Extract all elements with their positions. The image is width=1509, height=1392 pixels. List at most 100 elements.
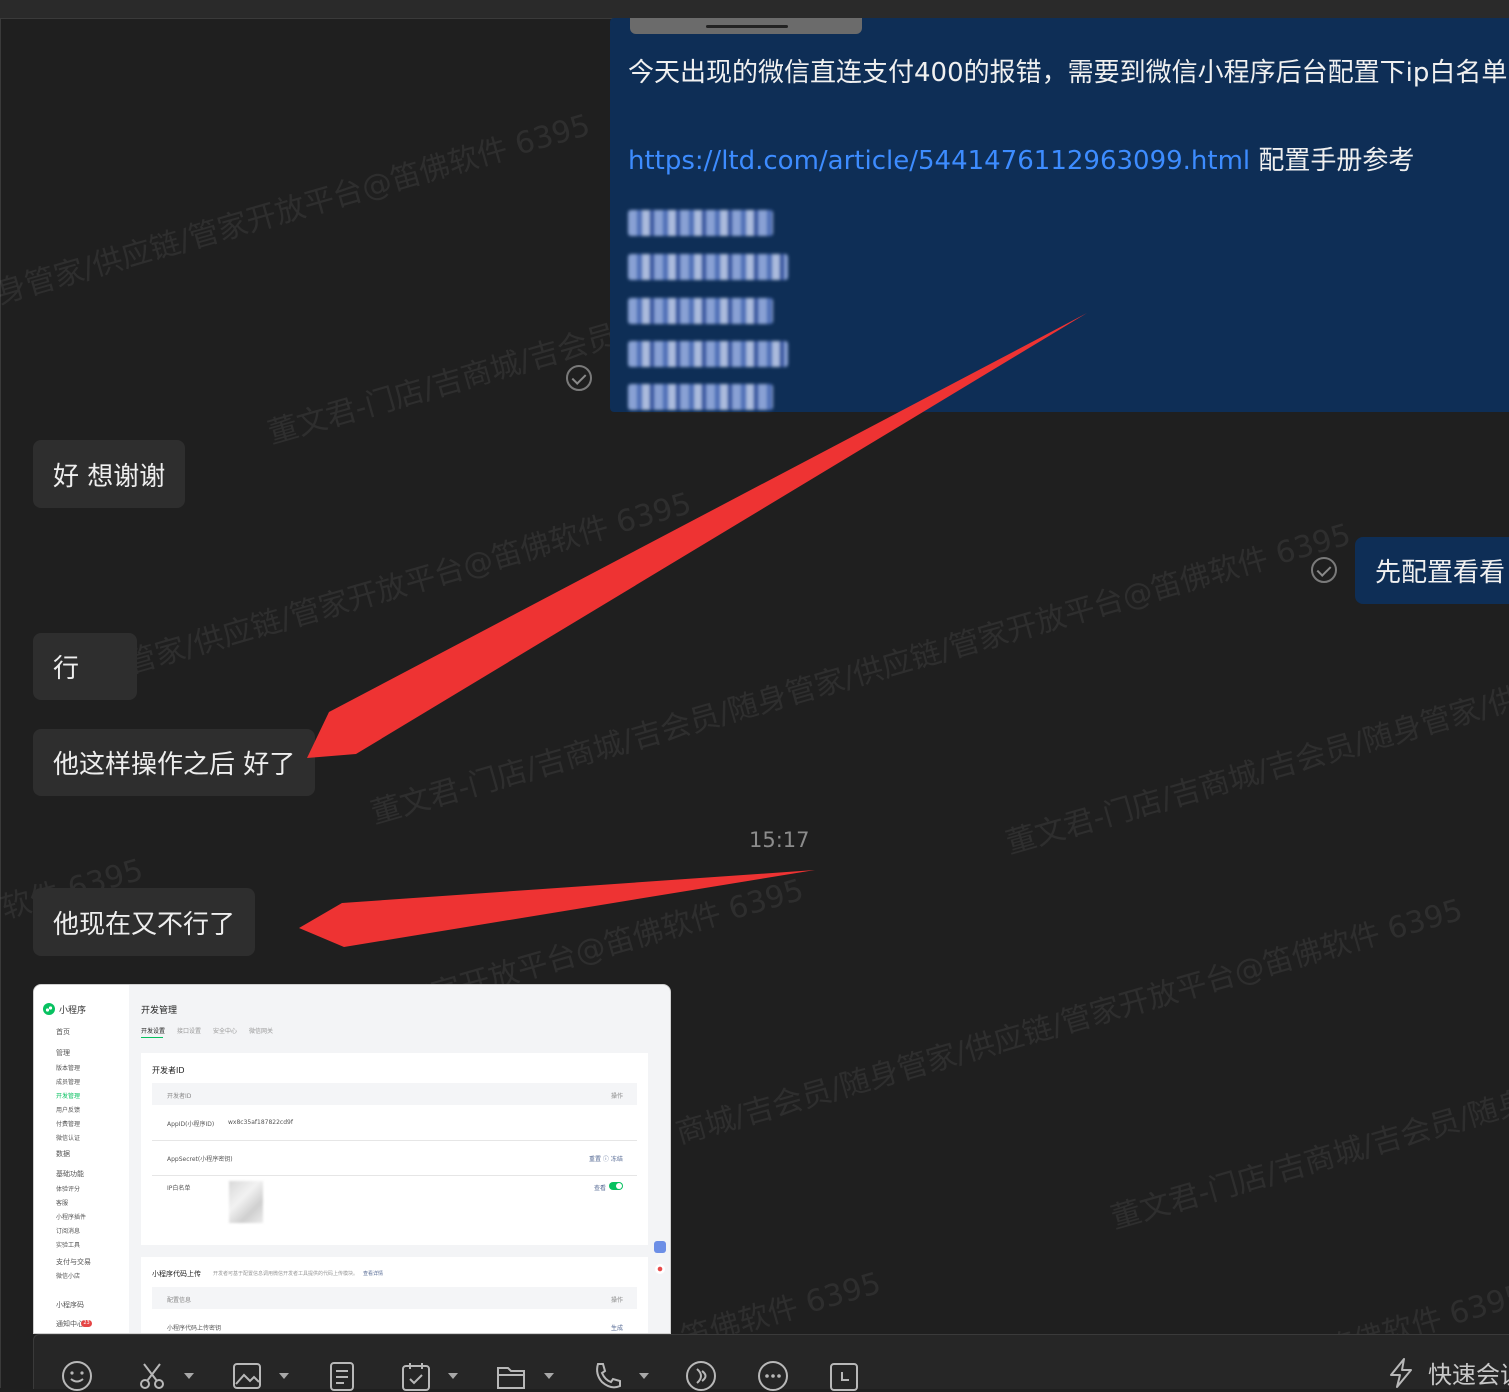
message-link-line: https://ltd.com/article/5441476112963099…: [628, 140, 1414, 177]
mini-card-devid: 开发者ID 开发者ID 操作 AppID(小程序ID) wx8c35af1878…: [141, 1053, 648, 1245]
image-icon[interactable]: [231, 1360, 263, 1392]
incoming-message-bubble[interactable]: 行: [33, 633, 137, 700]
mini-nav-item-active: 开发管理: [56, 1093, 81, 1100]
calendar-check-icon[interactable]: [400, 1360, 432, 1392]
mini-page-title: 开发管理: [141, 1006, 178, 1016]
chevron-down-icon[interactable]: [544, 1373, 554, 1379]
mini-nav-item: 管理: [56, 1049, 70, 1057]
message-text: 他这样操作之后 好了: [53, 750, 296, 780]
mini-tab: 安全中心: [213, 1028, 238, 1035]
mini-float-icon: [654, 1241, 666, 1253]
message-text: 今天出现的微信直连支付400的报错，需要到微信小程序后台配置下ip白名单: [628, 58, 1508, 88]
chevron-down-icon[interactable]: [279, 1373, 289, 1379]
mini-nav-item: 客服: [56, 1200, 69, 1207]
watermark-text: 商城/吉会员/随身管家/供应链/管家开放平台@笛佛软件 6395: [672, 892, 1467, 1152]
mini-nav-item: 成员管理: [56, 1079, 81, 1086]
clock-icon[interactable]: [828, 1360, 860, 1392]
mini-row-label: 小程序代码上传密钥: [167, 1325, 222, 1332]
mini-nav-item: 用户反馈: [56, 1107, 81, 1114]
mini-secret-action: 重置 ⓘ 冻结: [589, 1156, 623, 1163]
mini-col-header: 操作: [611, 1093, 624, 1100]
emoji-icon[interactable]: [61, 1360, 93, 1392]
mini-nav-item: 微信认证: [56, 1135, 81, 1142]
mini-secret-label: AppSecret(小程序密钥): [167, 1156, 233, 1163]
miniprogram-logo-icon: [43, 1003, 55, 1015]
blurred-ip-1: [628, 210, 773, 236]
notification-badge: 23: [81, 1320, 92, 1327]
read-receipt-icon: [566, 365, 592, 391]
image-message-thumbnail[interactable]: 小程序 首页 管理 版本管理 成员管理 开发管理 用户反馈 付费管理 微信认证 …: [33, 984, 671, 1334]
watermark-text: 身管家/供应链/管家开放平台@笛佛软件 6395: [0, 107, 595, 312]
mini-nav-item: 通知中心: [56, 1320, 84, 1328]
mini-nav-item: 付费管理: [56, 1121, 81, 1128]
mini-ip-blurred: [229, 1181, 263, 1223]
watermark-text: 董文君-门店/吉商城/吉会员/随身: [1107, 1083, 1509, 1237]
incoming-message-bubble[interactable]: 好 想谢谢: [33, 440, 185, 508]
mini-nav-item: 数据: [56, 1150, 70, 1158]
phone-icon[interactable]: [591, 1360, 623, 1392]
input-toolbar: 快速会议: [33, 1334, 1509, 1392]
lightning-icon: [1390, 1357, 1412, 1388]
mini-nav-item: 小程序插件: [56, 1214, 87, 1221]
link-suffix: 配置手册参考: [1250, 146, 1415, 176]
mini-col-header: 操作: [611, 1297, 624, 1304]
mini-nav-item: 小程序码: [56, 1301, 84, 1309]
read-receipt-icon: [1311, 557, 1337, 583]
mini-section-link: 查看详情: [363, 1271, 384, 1277]
mini-tab: 开发设置: [141, 1028, 166, 1035]
message-text: 好 想谢谢: [53, 461, 166, 492]
mini-nav-item: 实验工具: [56, 1242, 81, 1249]
mini-nav-item: 基础功能: [56, 1170, 84, 1178]
message-text: 先配置看看: [1375, 558, 1506, 588]
mini-card-upload: 小程序代码上传 开发者可基于配置信息调用微信开发者工具提供的代码上传模块。 查看…: [141, 1257, 648, 1333]
message-text: 行: [53, 654, 80, 684]
quick-meeting-label: 快速会议: [1428, 1361, 1509, 1389]
mini-col-header: 开发者ID: [167, 1093, 192, 1100]
blurred-ip-4: [628, 341, 788, 367]
mini-nav-item: 订阅消息: [56, 1228, 81, 1235]
scissors-icon[interactable]: [136, 1360, 168, 1392]
mini-ip-action: 查看: [594, 1185, 607, 1192]
outgoing-message-bubble[interactable]: 先配置看看: [1355, 537, 1509, 604]
mini-tab-underline: [141, 1037, 163, 1038]
window-top-bar: [0, 0, 1509, 19]
blurred-ip-2: [628, 254, 788, 280]
quick-meeting-button[interactable]: 快速会议: [1386, 1355, 1509, 1390]
message-text: 他现在又不行了: [53, 909, 236, 940]
chevron-down-icon[interactable]: [639, 1373, 649, 1379]
blurred-ip-3: [628, 298, 773, 324]
voice-icon[interactable]: [685, 1360, 717, 1392]
mini-nav-item: 体验评分: [56, 1186, 81, 1193]
mini-tab: 接口设置: [177, 1028, 202, 1035]
mini-toggle: [609, 1182, 623, 1190]
chevron-down-icon[interactable]: [448, 1373, 458, 1379]
mini-appid-label: AppID(小程序ID): [167, 1121, 215, 1128]
mini-section-title: 开发者ID: [152, 1066, 185, 1075]
mini-section-desc: 开发者可基于配置信息调用微信开发者工具提供的代码上传模块。: [213, 1271, 359, 1277]
mini-nav-item: 首页: [56, 1028, 70, 1036]
article-link[interactable]: https://ltd.com/article/5441476112963099…: [628, 146, 1250, 176]
mini-nav-item: 版本管理: [56, 1065, 81, 1072]
incoming-message-bubble[interactable]: 他现在又不行了: [33, 888, 255, 956]
mini-row-action: 生成: [611, 1325, 624, 1332]
mini-nav-item: 微信小店: [56, 1273, 81, 1280]
outgoing-message-bubble[interactable]: 今天出现的微信直连支付400的报错，需要到微信小程序后台配置下ip白名单 htt…: [610, 18, 1509, 412]
blurred-ip-5: [628, 384, 773, 410]
mini-logo-label: 小程序: [59, 1006, 87, 1016]
more-icon[interactable]: [757, 1360, 789, 1392]
mini-appid-value: wx8c35af187822cd9f: [228, 1119, 293, 1126]
mini-sidebar: 小程序 首页 管理 版本管理 成员管理 开发管理 用户反馈 付费管理 微信认证 …: [34, 985, 129, 1333]
chevron-down-icon[interactable]: [184, 1373, 194, 1379]
mini-tab: 微信网关: [249, 1028, 274, 1035]
quote-handle[interactable]: [630, 18, 862, 34]
mini-float-icon: [655, 1264, 665, 1274]
watermark-text: 董文君-门店/吉商城/吉会员/随身管家/供应链/管家开放平台@笛佛软件 6395: [367, 517, 1355, 832]
folder-icon[interactable]: [495, 1360, 527, 1392]
mini-ip-label: IP白名单: [167, 1185, 191, 1192]
watermark-text: 管家/供应链/管家开放平台@笛佛软件 6395: [122, 486, 696, 682]
mini-section-title: 小程序代码上传: [152, 1270, 201, 1278]
mini-col-header: 配置信息: [167, 1297, 192, 1304]
document-icon[interactable]: [326, 1360, 358, 1392]
incoming-message-bubble[interactable]: 他这样操作之后 好了: [33, 729, 315, 796]
annotation-arrow: [299, 870, 815, 947]
